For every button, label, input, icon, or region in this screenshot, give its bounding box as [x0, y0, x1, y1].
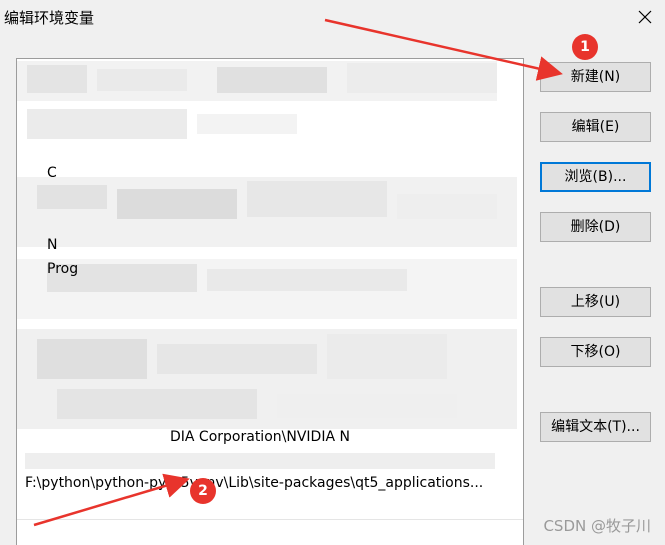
- window-title: 编辑环境变量: [4, 9, 95, 27]
- close-button[interactable]: [625, 0, 665, 34]
- watermark: CSDN @牧子川: [543, 517, 651, 535]
- blurred-entries: C N Prog: [17, 59, 523, 439]
- new-button[interactable]: 新建(N): [540, 62, 651, 92]
- list-item-text: DIA Corporation\NVIDIA N: [170, 429, 350, 445]
- svg-text:C: C: [47, 165, 57, 181]
- move-down-button[interactable]: 下移(O): [540, 337, 651, 367]
- title-bar: 编辑环境变量: [0, 0, 665, 34]
- edit-button[interactable]: 编辑(E): [540, 112, 651, 142]
- browse-button[interactable]: 浏览(B)...: [540, 162, 651, 192]
- path-list[interactable]: C N Prog DIA Corporation\NVIDIA N F:\pyt…: [16, 58, 524, 545]
- list-item-text: F:\python\python-pyqt5venv\Lib\site-pack…: [25, 475, 484, 491]
- blurred-entry: [25, 453, 495, 469]
- edit-text-button[interactable]: 编辑文本(T)...: [540, 412, 651, 442]
- close-icon: [638, 10, 652, 24]
- move-up-button[interactable]: 上移(U): [540, 287, 651, 317]
- svg-text:Prog: Prog: [47, 261, 78, 277]
- annotation-badge-2: 2: [190, 478, 216, 504]
- divider: [17, 519, 523, 520]
- delete-button[interactable]: 删除(D): [540, 212, 651, 242]
- svg-text:N: N: [47, 237, 57, 253]
- annotation-badge-1: 1: [572, 34, 598, 60]
- list-item-selected[interactable]: F:\python\python-pyqt5venv\Lib\site-pack…: [17, 471, 523, 496]
- list-item[interactable]: DIA Corporation\NVIDIA N: [17, 425, 523, 450]
